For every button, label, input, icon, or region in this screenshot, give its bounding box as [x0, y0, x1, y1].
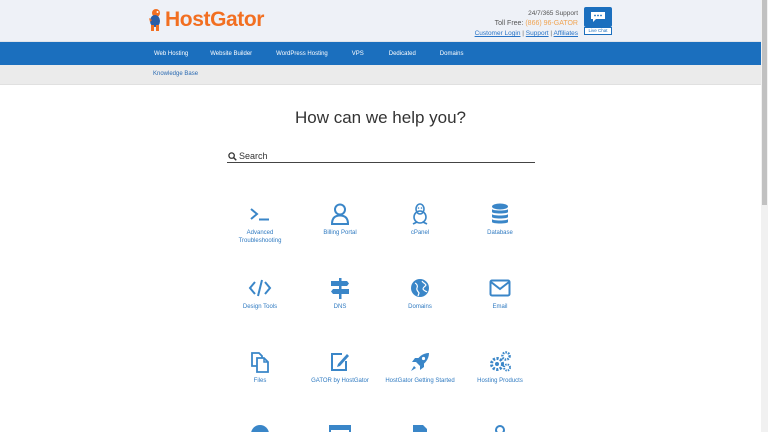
category-label: GATOR by HostGator — [311, 378, 369, 384]
user-icon — [305, 202, 375, 226]
live-chat-label: Live Chat — [584, 27, 612, 35]
header-links: Customer Login | Support | Affiliates — [475, 29, 578, 39]
chat-bubble-icon — [584, 7, 612, 27]
nav-domains[interactable]: Domains — [440, 51, 464, 57]
category-label: Domains — [408, 304, 432, 310]
brand-logo[interactable]: HostGator — [147, 8, 264, 32]
category-cpanel[interactable]: cPanel — [385, 202, 455, 237]
category-design-tools[interactable]: Design Tools — [225, 276, 295, 311]
separator: | — [550, 30, 553, 37]
category-dns[interactable]: DNS — [305, 276, 375, 311]
scrollbar-thumb[interactable] — [762, 0, 767, 205]
category-row4-item-4[interactable] — [465, 424, 535, 432]
category-gator-by-hostgator[interactable]: GATOR by HostGator — [305, 350, 375, 385]
window-icon — [305, 424, 375, 432]
category-label: Billing Portal — [323, 230, 357, 236]
affiliates-link[interactable]: Affiliates — [554, 30, 578, 37]
breadcrumb-knowledge-base[interactable]: Knowledge Base — [153, 71, 198, 77]
category-hosting-products[interactable]: Hosting Products — [465, 350, 535, 385]
page: HostGator 24/7/365 Support Toll Free: (8… — [0, 0, 761, 432]
envelope-icon — [465, 276, 535, 300]
files-icon — [225, 350, 295, 374]
separator: | — [522, 30, 524, 37]
signpost-icon — [305, 276, 375, 300]
header: HostGator 24/7/365 Support Toll Free: (8… — [0, 0, 761, 42]
support-link[interactable]: Support — [526, 30, 549, 37]
category-label: Design Tools — [242, 304, 278, 310]
nav-vps[interactable]: VPS — [352, 51, 364, 57]
toll-free: Toll Free: (866) 96-GATOR — [475, 19, 578, 29]
gator-mascot-icon — [147, 8, 164, 32]
nav-website-builder[interactable]: Website Builder — [210, 51, 252, 57]
rocket-icon — [385, 350, 455, 374]
key-icon — [465, 424, 535, 432]
support-info: 24/7/365 Support Toll Free: (866) 96-GAT… — [475, 9, 578, 39]
category-row4-item-1[interactable] — [225, 424, 295, 432]
category-advanced-troubleshooting[interactable]: Advanced Troubleshooting — [225, 202, 295, 245]
clock-icon — [225, 424, 295, 432]
globe-icon — [385, 276, 455, 300]
category-billing-portal[interactable]: Billing Portal — [305, 202, 375, 237]
category-label: DNS — [333, 304, 347, 310]
category-email[interactable]: Email — [465, 276, 535, 311]
category-label: Advanced Troubleshooting — [238, 230, 282, 244]
category-label: Email — [492, 304, 508, 310]
category-row4-item-3[interactable] — [385, 424, 455, 432]
code-icon — [225, 276, 295, 300]
nav-dedicated[interactable]: Dedicated — [389, 51, 416, 57]
nav-web-hosting[interactable]: Web Hosting — [154, 51, 188, 57]
search-input[interactable] — [239, 151, 519, 161]
page-title: How can we help you? — [294, 108, 467, 127]
toll-free-number[interactable]: (866) 96-GATOR — [525, 20, 578, 27]
breadcrumb: Knowledge Base — [0, 65, 761, 85]
linux-penguin-icon — [385, 202, 455, 226]
search-bar — [227, 150, 535, 163]
edit-icon — [305, 350, 375, 374]
brand-name: HostGator — [165, 8, 265, 31]
category-label: Database — [487, 230, 513, 236]
category-hostgator-getting-started[interactable]: HostGator Getting Started — [385, 350, 455, 385]
nav-wordpress-hosting[interactable]: WordPress Hosting — [276, 51, 328, 57]
search-icon — [228, 151, 237, 161]
support-hours: 24/7/365 Support — [528, 10, 578, 17]
category-domains[interactable]: Domains — [385, 276, 455, 311]
category-row4-item-2[interactable] — [305, 424, 375, 432]
customer-login-link[interactable]: Customer Login — [475, 30, 521, 37]
category-files[interactable]: Files — [225, 350, 295, 385]
category-label: cPanel — [410, 230, 430, 236]
terminal-icon — [225, 202, 295, 226]
category-label: Hosting Products — [477, 378, 523, 384]
database-icon — [465, 202, 535, 226]
live-chat-button[interactable]: Live Chat — [584, 7, 612, 35]
category-label: HostGator Getting Started — [385, 378, 455, 384]
main-nav: Web Hosting Website Builder WordPress Ho… — [0, 42, 761, 65]
toll-free-label: Toll Free: — [494, 20, 524, 27]
category-label: Files — [253, 378, 267, 384]
category-database[interactable]: Database — [465, 202, 535, 237]
cogs-icon — [465, 350, 535, 374]
document-icon — [385, 424, 455, 432]
scrollbar[interactable] — [761, 0, 768, 432]
